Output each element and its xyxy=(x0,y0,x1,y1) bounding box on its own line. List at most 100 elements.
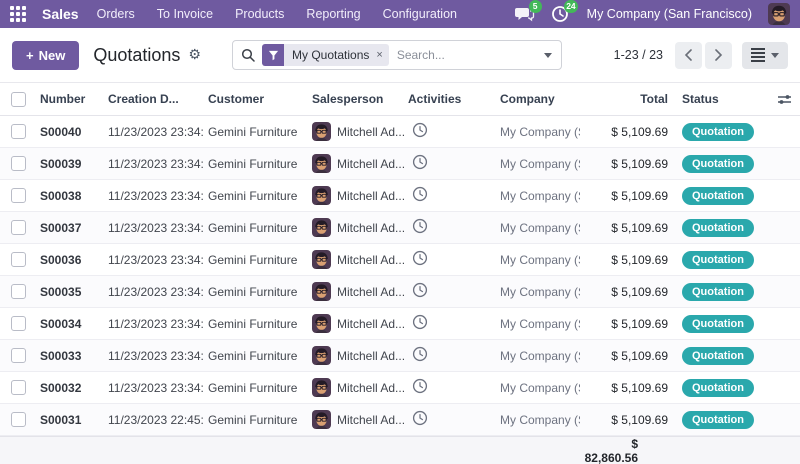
salesperson-name: Mitchell Ad... xyxy=(337,157,404,171)
activities-count-badge: 24 xyxy=(564,0,577,13)
row-checkbox[interactable] xyxy=(11,156,26,171)
cell-creation-date: 11/23/2023 23:34:1 xyxy=(104,125,204,139)
activity-clock-icon[interactable] xyxy=(412,314,430,332)
cell-total: $ 5,109.69 xyxy=(580,157,674,171)
cell-total: $ 5,109.69 xyxy=(580,125,674,139)
header-creation-date[interactable]: Creation D... xyxy=(104,92,204,106)
header-total[interactable]: Total xyxy=(580,92,674,106)
user-avatar[interactable] xyxy=(768,3,790,25)
salesperson-avatar xyxy=(312,186,331,205)
activity-clock-icon[interactable] xyxy=(412,122,430,140)
menu-reporting[interactable]: Reporting xyxy=(302,5,364,23)
salesperson-name: Mitchell Ad... xyxy=(337,285,404,299)
app-name-sales[interactable]: Sales xyxy=(42,6,79,22)
activity-clock-icon[interactable] xyxy=(412,346,430,364)
table-row[interactable]: S00036 11/23/2023 23:34:0 Gemini Furnitu… xyxy=(0,244,800,276)
row-checkbox[interactable] xyxy=(11,284,26,299)
cell-activities xyxy=(404,218,496,237)
page-title: Quotations xyxy=(93,45,180,66)
activity-clock-icon[interactable] xyxy=(412,378,430,396)
status-badge: Quotation xyxy=(682,347,754,365)
status-badge: Quotation xyxy=(682,155,754,173)
row-checkbox[interactable] xyxy=(11,380,26,395)
header-company[interactable]: Company xyxy=(496,92,580,106)
cell-total: $ 5,109.69 xyxy=(580,285,674,299)
cell-customer: Gemini Furniture xyxy=(204,189,308,203)
cell-customer: Gemini Furniture xyxy=(204,125,308,139)
table-row[interactable]: S00038 11/23/2023 23:34:1 Gemini Furnitu… xyxy=(0,180,800,212)
cell-salesperson: Mitchell Ad... xyxy=(308,346,404,365)
search-dropdown-toggle[interactable] xyxy=(535,41,561,69)
table-row[interactable]: S00031 11/23/2023 22:45:4 Gemini Furnitu… xyxy=(0,404,800,436)
header-status[interactable]: Status xyxy=(674,92,768,106)
cell-salesperson: Mitchell Ad... xyxy=(308,282,404,301)
menu-configuration[interactable]: Configuration xyxy=(379,5,461,23)
activity-clock-icon[interactable] xyxy=(412,250,430,268)
header-number[interactable]: Number xyxy=(36,92,104,106)
activity-clock-icon[interactable] xyxy=(412,410,430,428)
cell-activities xyxy=(404,282,496,301)
header-salesperson[interactable]: Salesperson xyxy=(308,92,404,106)
search-icon xyxy=(241,48,255,62)
new-button[interactable]: + New xyxy=(12,41,79,70)
table-row[interactable]: S00039 11/23/2023 23:34:1 Gemini Furnitu… xyxy=(0,148,800,180)
facet-remove-icon[interactable]: × xyxy=(376,49,382,61)
search-bar[interactable]: My Quotations × xyxy=(232,40,562,70)
activity-clock-icon[interactable] xyxy=(412,218,430,236)
menu-products[interactable]: Products xyxy=(231,5,288,23)
salesperson-name: Mitchell Ad... xyxy=(337,413,404,427)
table-row[interactable]: S00032 11/23/2023 23:34:0 Gemini Furnitu… xyxy=(0,372,800,404)
table-row[interactable]: S00040 11/23/2023 23:34:1 Gemini Furnitu… xyxy=(0,116,800,148)
status-badge: Quotation xyxy=(682,411,754,429)
pager-next-button[interactable] xyxy=(705,42,732,69)
cell-activities xyxy=(404,154,496,173)
header-activities[interactable]: Activities xyxy=(404,92,496,106)
view-settings-gear-icon[interactable]: ⚙ xyxy=(188,47,201,63)
row-checkbox[interactable] xyxy=(11,220,26,235)
menu-orders[interactable]: Orders xyxy=(93,5,139,23)
row-checkbox[interactable] xyxy=(11,348,26,363)
cell-activities xyxy=(404,122,496,141)
company-switcher[interactable]: My Company (San Francisco) xyxy=(587,7,752,21)
activity-clock-icon[interactable] xyxy=(412,282,430,300)
table-row[interactable]: S00034 11/23/2023 23:34:0 Gemini Furnitu… xyxy=(0,308,800,340)
cell-company: My Company (S... xyxy=(496,285,580,299)
view-switcher-button[interactable] xyxy=(742,42,788,69)
table-row[interactable]: S00033 11/23/2023 23:34:0 Gemini Furnitu… xyxy=(0,340,800,372)
cell-salesperson: Mitchell Ad... xyxy=(308,378,404,397)
row-checkbox[interactable] xyxy=(11,188,26,203)
search-input[interactable] xyxy=(397,48,535,62)
activities-systray-icon[interactable]: 24 xyxy=(551,5,571,23)
search-facet-my-quotations[interactable]: My Quotations × xyxy=(262,44,389,66)
row-checkbox[interactable] xyxy=(11,124,26,139)
cell-customer: Gemini Furniture xyxy=(204,413,308,427)
select-all-checkbox[interactable] xyxy=(11,92,26,107)
activity-clock-icon[interactable] xyxy=(412,186,430,204)
cell-customer: Gemini Furniture xyxy=(204,381,308,395)
cell-customer: Gemini Furniture xyxy=(204,317,308,331)
cell-total: $ 5,109.69 xyxy=(580,381,674,395)
cell-creation-date: 11/23/2023 23:34:0 xyxy=(104,381,204,395)
status-badge: Quotation xyxy=(682,123,754,141)
cell-company: My Company (S... xyxy=(496,381,580,395)
cell-salesperson: Mitchell Ad... xyxy=(308,250,404,269)
activity-clock-icon[interactable] xyxy=(412,154,430,172)
salesperson-avatar xyxy=(312,154,331,173)
cell-company: My Company (S... xyxy=(496,125,580,139)
cell-activities xyxy=(404,314,496,333)
chevron-right-icon xyxy=(714,49,723,61)
cell-total: $ 5,109.69 xyxy=(580,221,674,235)
pager-previous-button[interactable] xyxy=(675,42,702,69)
apps-menu-icon[interactable] xyxy=(10,6,26,22)
row-checkbox[interactable] xyxy=(11,252,26,267)
table-row[interactable]: S00037 11/23/2023 23:34:0 Gemini Furnitu… xyxy=(0,212,800,244)
control-panel: + New Quotations ⚙ My Quotations × 1-23 … xyxy=(0,28,800,82)
row-checkbox[interactable] xyxy=(11,412,26,427)
menu-to-invoice[interactable]: To Invoice xyxy=(153,5,217,23)
optional-columns-icon[interactable] xyxy=(777,93,792,106)
messages-icon[interactable]: 5 xyxy=(515,5,535,23)
header-customer[interactable]: Customer xyxy=(204,92,308,106)
table-row[interactable]: S00035 11/23/2023 23:34:0 Gemini Furnitu… xyxy=(0,276,800,308)
row-checkbox[interactable] xyxy=(11,316,26,331)
cell-number: S00035 xyxy=(36,285,104,299)
